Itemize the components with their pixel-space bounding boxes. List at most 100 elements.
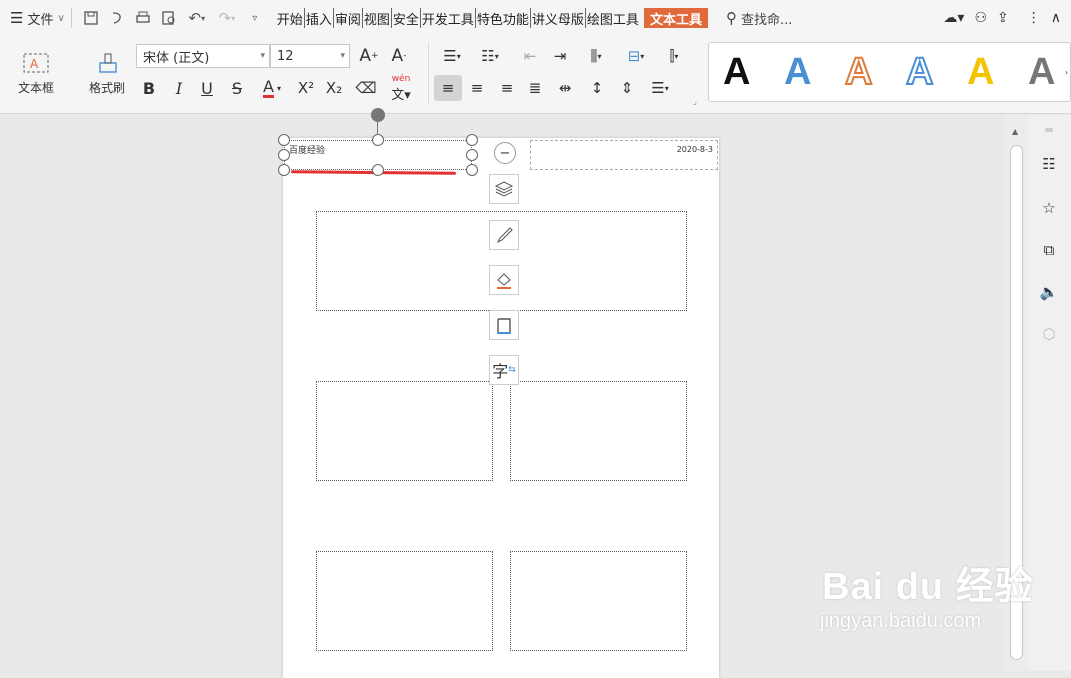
- file-menu-button[interactable]: ☰ 文件 ∨: [0, 0, 65, 36]
- content-box-3[interactable]: [510, 381, 687, 481]
- textbox-button[interactable]: A 文本框: [8, 44, 64, 102]
- bold-button[interactable]: B: [138, 76, 160, 100]
- resize-handle-tm[interactable]: [372, 134, 384, 146]
- title-bar: ☰ 文件 ∨ ↶ ▾ ↷ ▾ ▿ 开始 插入 审阅 视图 安全 开发工具 特色功能 讲义母版 绘图工…: [0, 0, 1071, 36]
- print-preview-icon[interactable]: [156, 5, 182, 31]
- collapse-tools-button[interactable]: −: [494, 142, 516, 164]
- justify-button[interactable]: ≣: [522, 75, 548, 101]
- wordart-gallery: AAAAAA: [708, 42, 1071, 102]
- font-color-button[interactable]: A ▾: [254, 76, 290, 100]
- tab-6[interactable]: 特色功能: [476, 8, 531, 28]
- rotate-handle[interactable]: [371, 108, 385, 122]
- tab-3[interactable]: 视图: [363, 8, 392, 28]
- superscript-button[interactable]: X²: [294, 76, 318, 100]
- date-text: 2020-8-3: [676, 145, 713, 154]
- text-direction-icon[interactable]: ⫼ ▾: [580, 44, 612, 68]
- format-icon[interactable]: [104, 5, 130, 31]
- decrease-indent-icon[interactable]: ⇤: [518, 44, 542, 68]
- fill-tool[interactable]: [489, 265, 519, 295]
- tab-8[interactable]: 绘图工具: [586, 8, 640, 28]
- scroll-up-icon[interactable]: ▲: [1012, 127, 1018, 136]
- align-right-button[interactable]: ≡: [494, 75, 520, 101]
- tab-1[interactable]: 插入: [305, 8, 334, 28]
- eraser-icon[interactable]: ⌫: [354, 76, 378, 100]
- wordart-style-3[interactable]: A: [844, 50, 873, 94]
- ribbon: A 文本框 格式刷 宋体 (正文) ▾ 12 ▾ A + A- B I U S A…: [0, 36, 1071, 114]
- layers-tool[interactable]: [489, 174, 519, 204]
- distribute-button[interactable]: ⇹: [552, 75, 578, 101]
- style-tool[interactable]: [489, 220, 519, 250]
- line-spacing-icon[interactable]: ↕: [584, 75, 610, 101]
- dialog-launcher-icon[interactable]: ⌟: [690, 96, 700, 106]
- italic-button[interactable]: I: [168, 76, 190, 100]
- strikethrough-button[interactable]: S: [226, 76, 248, 100]
- svg-text:A: A: [30, 57, 39, 71]
- grow-font-button[interactable]: A +: [356, 44, 382, 68]
- wordart-style-1[interactable]: A: [723, 51, 750, 94]
- wordart-style-6[interactable]: A: [1028, 51, 1055, 94]
- align-center-button[interactable]: ≡: [464, 75, 490, 101]
- undo-icon[interactable]: ↶ ▾: [182, 5, 212, 31]
- paragraph-spacing-icon[interactable]: ⇕: [614, 75, 640, 101]
- share-icon[interactable]: ⇪: [997, 10, 1009, 26]
- more-icon[interactable]: ⋮: [1027, 10, 1041, 26]
- numbered-list-icon[interactable]: ☷ ▾: [474, 44, 506, 68]
- content-box-2[interactable]: [316, 381, 493, 481]
- outline-tool[interactable]: [489, 310, 519, 340]
- resize-handle-ml[interactable]: [278, 149, 290, 161]
- copy-icon[interactable]: ⧉: [1038, 239, 1060, 261]
- cloud-icon[interactable]: ☁▾: [943, 10, 964, 26]
- search-icon: ⚲: [725, 9, 737, 27]
- resize-handle-br[interactable]: [466, 164, 478, 176]
- speaker-icon[interactable]: 🔈: [1038, 281, 1060, 303]
- settings-sliders-icon[interactable]: ☷: [1038, 153, 1060, 175]
- align-text-icon[interactable]: ⊟ ▾: [620, 44, 652, 68]
- star-icon[interactable]: ☆: [1038, 197, 1060, 219]
- resize-handle-mr[interactable]: [466, 149, 478, 161]
- phonetic-button[interactable]: wén 文▾: [384, 73, 418, 103]
- cube-icon[interactable]: ⬡: [1038, 323, 1060, 345]
- font-size-value: 12: [277, 48, 294, 64]
- slide-page[interactable]: 2020-8-3: [283, 138, 719, 678]
- increase-indent-icon[interactable]: ⇥: [548, 44, 572, 68]
- print-icon[interactable]: [130, 5, 156, 31]
- tab-0[interactable]: 开始: [276, 8, 305, 28]
- search-button[interactable]: ⚲ 查找命...: [726, 9, 792, 28]
- tab-2[interactable]: 审阅: [334, 8, 363, 28]
- phonetic-label: wén: [391, 73, 411, 84]
- customize-icon[interactable]: ▿: [242, 5, 268, 31]
- content-box-5[interactable]: [510, 551, 687, 651]
- subscript-button[interactable]: X₂: [322, 76, 346, 100]
- format-painter-button[interactable]: 格式刷: [82, 44, 132, 102]
- shrink-font-button[interactable]: A-: [386, 44, 412, 68]
- tab-5[interactable]: 开发工具: [421, 8, 476, 28]
- column-icon[interactable]: ⫿ ▾: [660, 44, 688, 68]
- bullet-list-icon[interactable]: ☰ ▾: [436, 44, 468, 68]
- date-placeholder[interactable]: 2020-8-3: [530, 140, 718, 170]
- redo-icon[interactable]: ↷ ▾: [212, 5, 242, 31]
- align-left-button[interactable]: ≡: [434, 75, 462, 101]
- tab-4[interactable]: 安全: [392, 8, 421, 28]
- tab-text-tools[interactable]: 文本工具: [643, 8, 708, 28]
- wordart-style-4[interactable]: A: [905, 50, 934, 94]
- resize-handle-bm[interactable]: [372, 164, 384, 176]
- font-size-select[interactable]: 12 ▾: [270, 44, 350, 68]
- tab-7[interactable]: 讲义母版: [531, 8, 586, 28]
- brush-icon: [496, 227, 513, 244]
- text-tool[interactable]: 字 ⇆: [489, 355, 519, 385]
- chevron-down-icon: ▾: [276, 83, 281, 93]
- spacing-menu-icon[interactable]: ☰ ▾: [644, 75, 676, 101]
- underline-button[interactable]: U: [196, 76, 218, 100]
- user-icon[interactable]: ⚇: [974, 10, 987, 26]
- gallery-scroll-icon[interactable]: ›: [1062, 66, 1071, 78]
- collapse-icon[interactable]: ∧: [1051, 10, 1061, 26]
- resize-handle-tr[interactable]: [466, 134, 478, 146]
- wordart-style-2[interactable]: A: [784, 51, 811, 94]
- resize-handle-tl[interactable]: [278, 134, 290, 146]
- wordart-style-5[interactable]: A: [967, 51, 994, 94]
- resize-handle-bl[interactable]: [278, 164, 290, 176]
- content-box-4[interactable]: [316, 551, 493, 651]
- menu-lines-icon[interactable]: ═: [1038, 119, 1060, 141]
- font-name-select[interactable]: 宋体 (正文) ▾: [136, 44, 270, 68]
- save-icon[interactable]: [78, 5, 104, 31]
